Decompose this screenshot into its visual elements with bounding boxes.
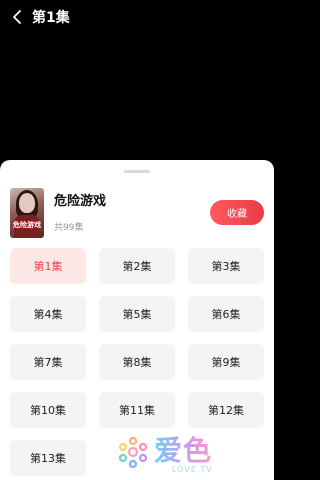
back-button[interactable] [4, 0, 30, 34]
flower-logo-icon [118, 436, 148, 469]
episode-tile[interactable]: 第11集 [99, 392, 175, 428]
top-bar: 第1集 [0, 0, 274, 34]
watermark-logo: 爱色 LOVE TV [112, 427, 242, 475]
watermark-text: 爱色 [154, 429, 212, 469]
page-title: 第1集 [32, 10, 70, 26]
sheet-handle[interactable] [124, 170, 150, 173]
episode-tile[interactable]: 第7集 [10, 344, 86, 380]
episode-tile[interactable]: 第10集 [10, 392, 86, 428]
episode-tile[interactable]: 第8集 [99, 344, 175, 380]
drama-title: 危险游戏 [54, 194, 107, 209]
video-player[interactable] [0, 34, 274, 160]
episode-tile[interactable]: 第3集 [188, 248, 264, 284]
episode-tile[interactable]: 第9集 [188, 344, 264, 380]
episode-tile[interactable]: 第12集 [188, 392, 264, 428]
drama-info: 危险游戏 危险游戏 共99集 收藏 [10, 188, 264, 238]
episode-tile[interactable]: 第4集 [10, 296, 86, 332]
episode-tile[interactable]: 第6集 [188, 296, 264, 332]
favorite-button[interactable]: 收藏 [210, 200, 264, 225]
cover-title-stamp: 危险游戏 [13, 221, 41, 229]
episode-tile[interactable]: 第1集 [10, 248, 86, 284]
chevron-left-icon [13, 10, 21, 24]
episode-tile[interactable]: 第13集 [10, 440, 86, 476]
episode-count: 共99集 [54, 223, 84, 233]
episode-tile[interactable]: 第5集 [99, 296, 175, 332]
drama-cover[interactable]: 危险游戏 [10, 188, 44, 238]
episode-tile[interactable]: 第2集 [99, 248, 175, 284]
watermark-subtext: LOVE TV [172, 465, 213, 474]
